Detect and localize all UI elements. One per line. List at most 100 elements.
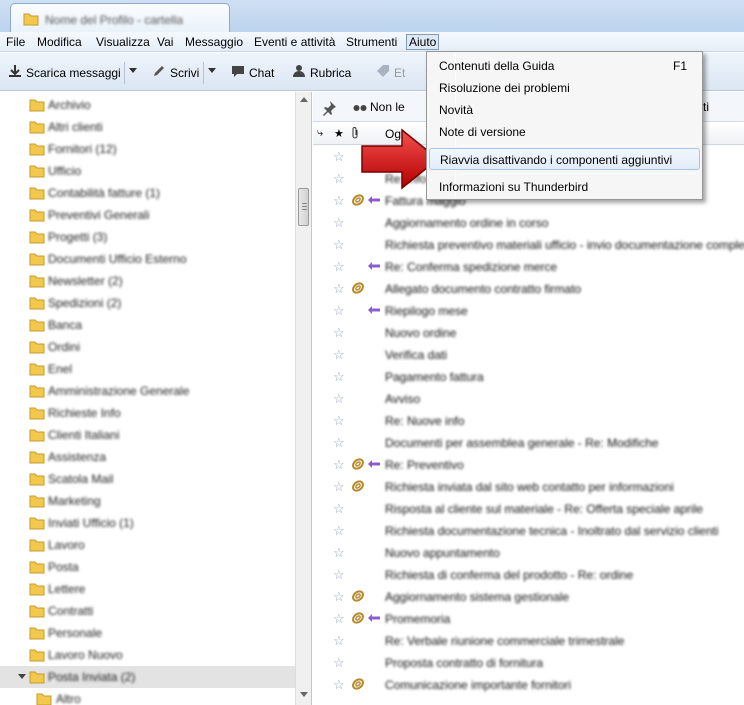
- scroll-thumb[interactable]: [298, 188, 309, 226]
- star-icon[interactable]: ☆: [333, 589, 345, 605]
- folder-tree-item[interactable]: Lettere: [0, 578, 295, 600]
- star-icon[interactable]: ☆: [333, 391, 345, 407]
- message-row[interactable]: ☆ Risposta al cliente sul materiale - Re:…: [313, 498, 744, 520]
- star-icon[interactable]: ☆: [333, 479, 345, 495]
- star-icon[interactable]: ☆: [333, 413, 345, 429]
- message-row[interactable]: ☆ Promemoria: [313, 608, 744, 630]
- menu-vai[interactable]: Vai: [155, 34, 175, 50]
- folder-tree-item[interactable]: Clienti Italiani: [0, 424, 295, 446]
- tab-current-folder[interactable]: Nome del Profilo - cartella: [10, 3, 230, 33]
- write-dropdown[interactable]: [208, 68, 216, 73]
- folder-tree-item[interactable]: Altro: [0, 688, 295, 705]
- expand-twisty-icon[interactable]: [18, 674, 26, 679]
- unread-filter-button[interactable]: Non le: [353, 100, 405, 114]
- star-icon[interactable]: ☆: [333, 611, 345, 627]
- menu-visualizza[interactable]: Visualizza: [94, 34, 152, 50]
- star-icon[interactable]: ☆: [333, 435, 345, 451]
- message-row[interactable]: ☆ Re: Verbale riunione commerciale trimes…: [313, 630, 744, 652]
- message-row[interactable]: ☆ Verifica dati: [313, 344, 744, 366]
- folder-tree-item[interactable]: Enel: [0, 358, 295, 380]
- menu-eventi[interactable]: Eventi e attività: [252, 34, 337, 50]
- star-icon[interactable]: ☆: [333, 457, 345, 473]
- message-row[interactable]: ☆ Avviso: [313, 388, 744, 410]
- folder-tree-item[interactable]: Richieste Info: [0, 402, 295, 424]
- menu-item-about-thunderbird[interactable]: Informazioni su Thunderbird: [429, 176, 700, 198]
- message-row[interactable]: ☆ Richiesta inviata dal sito web contatto…: [313, 476, 744, 498]
- folder-tree-item[interactable]: Documenti Ufficio Esterno: [0, 248, 295, 270]
- message-row[interactable]: ☆ Riepilogo mese: [313, 300, 744, 322]
- folder-tree-item[interactable]: Amministrazione Generale: [0, 380, 295, 402]
- get-messages-dropdown[interactable]: [129, 68, 137, 73]
- menu-file[interactable]: File: [4, 34, 27, 50]
- star-icon[interactable]: ☆: [333, 171, 345, 187]
- folder-tree-item[interactable]: Newsletter (2): [0, 270, 295, 292]
- message-row[interactable]: ☆ Comunicazione importante fornitori: [313, 674, 744, 696]
- message-row[interactable]: ☆ Aggiornamento sistema gestionale: [313, 586, 744, 608]
- menu-item-help-contents[interactable]: Contenuti della Guida F1: [429, 55, 700, 77]
- message-row[interactable]: ☆ Re: Conferma spedizione merce: [313, 256, 744, 278]
- star-icon[interactable]: ☆: [333, 149, 345, 165]
- folder-tree-item[interactable]: Personale: [0, 622, 295, 644]
- message-row[interactable]: ☆ Richiesta preventivo materiali ufficio …: [313, 234, 744, 256]
- star-icon[interactable]: ☆: [333, 633, 345, 649]
- menu-messaggio[interactable]: Messaggio: [183, 34, 245, 50]
- menu-item-troubleshooting[interactable]: Risoluzione dei problemi: [429, 77, 700, 99]
- message-row[interactable]: ☆ Documenti per assemblea generale - Re: …: [313, 432, 744, 454]
- chat-button[interactable]: Chat: [231, 64, 274, 82]
- message-row[interactable]: ☆ Allegato documento contratto firmato: [313, 278, 744, 300]
- thread-column-icon[interactable]: ⤷: [317, 127, 323, 140]
- folder-tree-item[interactable]: Fornitori (12): [0, 138, 295, 160]
- message-row[interactable]: ☆ Aggiornamento ordine in corso: [313, 212, 744, 234]
- message-row[interactable]: ☆ Richiesta di conferma del prodotto - Re…: [313, 564, 744, 586]
- menu-strumenti[interactable]: Strumenti: [344, 34, 399, 50]
- message-row[interactable]: ☆ Proposta contratto di fornitura: [313, 652, 744, 674]
- folder-tree-item[interactable]: Altri clienti: [0, 116, 295, 138]
- folder-tree-item[interactable]: Posta Inviata (2): [0, 666, 295, 688]
- message-row[interactable]: ☆ Nuovo ordine: [313, 322, 744, 344]
- star-column-icon[interactable]: ★: [334, 127, 344, 140]
- address-book-button[interactable]: Rubrica: [292, 64, 351, 82]
- folder-tree-item[interactable]: Contratti: [0, 600, 295, 622]
- star-icon[interactable]: ☆: [333, 237, 345, 253]
- pin-icon[interactable]: [321, 100, 337, 119]
- folder-tree-item[interactable]: Banca: [0, 314, 295, 336]
- folder-tree-item[interactable]: Inviati Ufficio (1): [0, 512, 295, 534]
- star-icon[interactable]: ☆: [333, 303, 345, 319]
- star-icon[interactable]: ☆: [333, 281, 345, 297]
- message-row[interactable]: ☆ Pagamento fattura: [313, 366, 744, 388]
- folder-tree-item[interactable]: Archivio: [0, 94, 295, 116]
- folder-tree-item[interactable]: Posta: [0, 556, 295, 578]
- star-icon[interactable]: ☆: [333, 215, 345, 231]
- star-icon[interactable]: ☆: [333, 501, 345, 517]
- message-row[interactable]: ☆ Nuovo appuntamento: [313, 542, 744, 564]
- scroll-down-arrow[interactable]: [300, 692, 308, 697]
- attachment-column-icon[interactable]: [350, 127, 360, 142]
- star-icon[interactable]: ☆: [333, 677, 345, 693]
- star-icon[interactable]: ☆: [333, 259, 345, 275]
- folder-tree-item[interactable]: Lavoro Nuovo: [0, 644, 295, 666]
- tag-button[interactable]: Et: [376, 64, 405, 82]
- star-icon[interactable]: ☆: [333, 193, 345, 209]
- menu-item-whats-new[interactable]: Novità: [429, 99, 700, 121]
- message-row[interactable]: ☆ Re: Nuove info: [313, 410, 744, 432]
- message-row[interactable]: ☆ Re: Preventivo: [313, 454, 744, 476]
- menu-modifica[interactable]: Modifica: [35, 34, 84, 50]
- folder-tree-item[interactable]: Assistenza: [0, 446, 295, 468]
- star-icon[interactable]: ☆: [333, 369, 345, 385]
- get-messages-button[interactable]: Scarica messaggi: [8, 64, 121, 82]
- folder-scrollbar[interactable]: [295, 92, 311, 705]
- folder-tree-item[interactable]: Preventivi Generali: [0, 204, 295, 226]
- star-icon[interactable]: ☆: [333, 325, 345, 341]
- folder-tree-item[interactable]: Ordini: [0, 336, 295, 358]
- star-icon[interactable]: ☆: [333, 655, 345, 671]
- star-icon[interactable]: ☆: [333, 567, 345, 583]
- star-icon[interactable]: ☆: [333, 545, 345, 561]
- folder-tree-item[interactable]: Progetti (3): [0, 226, 295, 248]
- scroll-up-arrow[interactable]: [300, 97, 308, 102]
- menu-aiuto[interactable]: Aiuto: [406, 34, 440, 50]
- star-icon[interactable]: ☆: [333, 347, 345, 363]
- folder-tree-item[interactable]: Scatola Mail: [0, 468, 295, 490]
- folder-tree-item[interactable]: Ufficio: [0, 160, 295, 182]
- write-button[interactable]: Scrivi: [152, 64, 199, 82]
- star-icon[interactable]: ☆: [333, 523, 345, 539]
